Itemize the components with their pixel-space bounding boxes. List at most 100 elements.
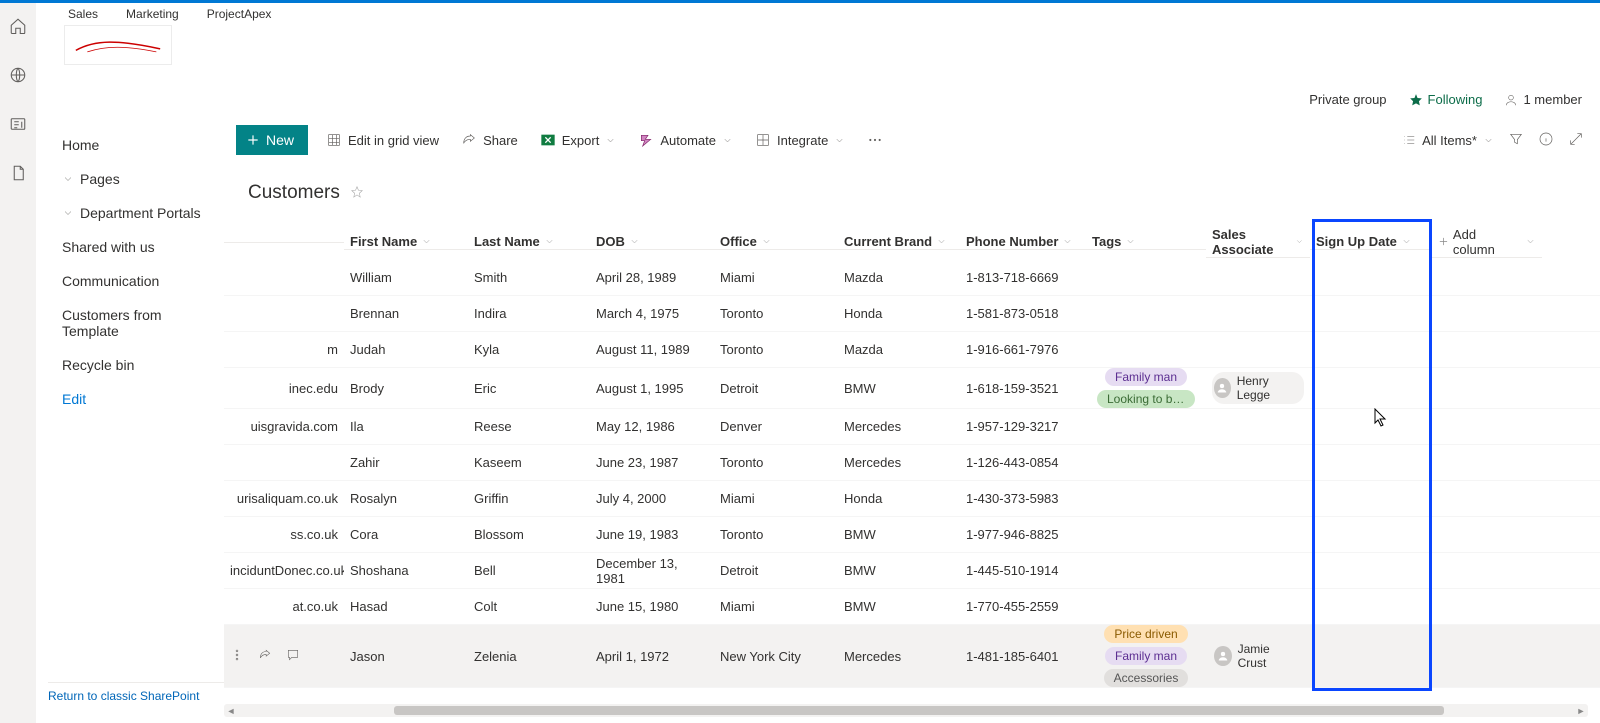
person-chip[interactable]: Jamie Crust	[1212, 640, 1304, 672]
new-button[interactable]: New	[236, 125, 308, 155]
site-logo[interactable]	[64, 25, 172, 65]
tag-pill: Looking to buy s...	[1097, 390, 1195, 408]
table-row[interactable]: at.co.ukHasadColtJune 15, 1980MiamiBMW1-…	[224, 589, 1600, 625]
integrate-button[interactable]: Integrate	[751, 128, 849, 152]
table-row[interactable]: inec.eduBrodyEricAugust 1, 1995DetroitBM…	[224, 368, 1600, 409]
home-icon[interactable]	[9, 17, 27, 38]
chevron-down-icon	[62, 207, 74, 219]
breadcrumb-item[interactable]: Sales	[68, 7, 98, 21]
globe-icon[interactable]	[9, 66, 27, 87]
cell-email: ss.co.uk	[230, 527, 338, 542]
cell-office: Toronto	[714, 306, 838, 321]
table-row[interactable]: JasonZeleniaApril 1, 1972New York CityMe…	[224, 625, 1600, 688]
cell-current-brand: Mazda	[838, 270, 960, 285]
scroll-right-arrow[interactable]: ►	[1574, 704, 1588, 717]
nav-pages[interactable]: Pages	[56, 162, 216, 196]
column-header-office[interactable]: Office	[714, 234, 838, 250]
cell-first-name: Rosalyn	[344, 491, 468, 506]
chevron-down-icon	[1483, 135, 1494, 146]
breadcrumb-item[interactable]: ProjectApex	[207, 7, 272, 21]
member-count[interactable]: 1 member	[1504, 92, 1582, 107]
cell-dob: March 4, 1975	[590, 306, 714, 321]
row-comment-icon[interactable]	[286, 648, 300, 665]
file-icon[interactable]	[9, 164, 27, 185]
row-share-icon[interactable]	[258, 648, 272, 665]
edit-in-grid-button[interactable]: Edit in grid view	[322, 128, 443, 152]
cell-last-name: Kaseem	[468, 455, 590, 470]
new-button-label: New	[266, 132, 294, 148]
cell-phone-number: 1-126-443-0854	[960, 455, 1086, 470]
table-row[interactable]: ZahirKaseemJune 23, 1987TorontoMercedes1…	[224, 445, 1600, 481]
col-label: Phone Number	[966, 234, 1058, 249]
nav-customers-from-template[interactable]: Customers from Template	[56, 298, 216, 348]
cell-first-name: Brody	[344, 381, 468, 396]
share-icon	[461, 132, 477, 148]
share-label: Share	[483, 133, 518, 148]
info-button[interactable]	[1538, 131, 1554, 150]
row-more-icon[interactable]	[230, 648, 244, 665]
table-row[interactable]: ss.co.ukCoraBlossomJune 19, 1983TorontoB…	[224, 517, 1600, 553]
cell-email: m	[230, 342, 338, 357]
cell-office: Detroit	[714, 381, 838, 396]
column-header-tags[interactable]: Tags	[1086, 234, 1206, 250]
scroll-left-arrow[interactable]: ◄	[224, 704, 238, 717]
chevron-down-icon	[1401, 236, 1412, 247]
filter-button[interactable]	[1508, 131, 1524, 150]
chevron-down-icon	[761, 236, 772, 247]
cell-dob: August 1, 1995	[590, 381, 714, 396]
integrate-icon	[755, 132, 771, 148]
column-header-sign-up-date[interactable]: Sign Up Date	[1310, 234, 1432, 250]
nav-edit[interactable]: Edit	[56, 382, 216, 416]
column-header-last-name[interactable]: Last Name	[468, 234, 590, 250]
table-row[interactable]: inciduntDonec.co.ukShoshanaBellDecember …	[224, 553, 1600, 589]
return-classic-link[interactable]: Return to classic SharePoint	[48, 682, 224, 703]
cell-current-brand: BMW	[838, 527, 960, 542]
add-column-button[interactable]: Add column	[1432, 227, 1542, 258]
expand-button[interactable]	[1568, 131, 1584, 150]
col-label: First Name	[350, 234, 417, 249]
column-header-sales-associate[interactable]: Sales Associate	[1206, 227, 1310, 258]
horizontal-scrollbar[interactable]: ◄ ►	[224, 704, 1588, 717]
chevron-down-icon	[421, 236, 432, 247]
cell-dob: May 12, 1986	[590, 419, 714, 434]
column-header-current-brand[interactable]: Current Brand	[838, 234, 960, 250]
nav-communication[interactable]: Communication	[56, 264, 216, 298]
nav-pages-label: Pages	[80, 171, 120, 187]
chevron-down-icon	[629, 236, 640, 247]
following-button[interactable]: Following	[1409, 92, 1483, 107]
cell-dob: June 19, 1983	[590, 527, 714, 542]
cell-current-brand: Mercedes	[838, 649, 960, 664]
table-row[interactable]: BrennanIndiraMarch 4, 1975TorontoHonda1-…	[224, 296, 1600, 332]
share-button[interactable]: Share	[457, 128, 522, 152]
table-row[interactable]: uisgravida.comIlaReeseMay 12, 1986Denver…	[224, 409, 1600, 445]
cell-phone-number: 1-618-159-3521	[960, 381, 1086, 396]
view-switcher[interactable]: All Items*	[1402, 133, 1494, 148]
edit-grid-label: Edit in grid view	[348, 133, 439, 148]
column-header-first-name[interactable]: First Name	[344, 234, 468, 250]
automate-button[interactable]: Automate	[634, 128, 737, 152]
export-button[interactable]: Export	[536, 128, 621, 152]
column-header-dob[interactable]: DOB	[590, 234, 714, 250]
nav-home[interactable]: Home	[56, 128, 216, 162]
cell-email: uisgravida.com	[230, 419, 338, 434]
news-icon[interactable]	[9, 115, 27, 136]
plus-icon	[246, 133, 260, 147]
table-row[interactable]: WilliamSmithApril 28, 1989MiamiMazda1-81…	[224, 260, 1600, 296]
person-chip[interactable]: Henry Legge	[1212, 372, 1304, 404]
more-commands-button[interactable]	[863, 128, 887, 152]
nav-department-label: Department Portals	[80, 205, 201, 221]
scroll-thumb[interactable]	[394, 706, 1444, 715]
app-rail	[0, 3, 36, 723]
nav-shared-with-us[interactable]: Shared with us	[56, 230, 216, 264]
favorite-star-icon[interactable]	[350, 185, 364, 202]
cell-first-name: Judah	[344, 342, 468, 357]
cell-dob: April 28, 1989	[590, 270, 714, 285]
column-header-phone-number[interactable]: Phone Number	[960, 234, 1086, 250]
cell-email: at.co.uk	[230, 599, 338, 614]
table-row[interactable]: urisaliquam.co.ukRosalynGriffinJuly 4, 2…	[224, 481, 1600, 517]
breadcrumb-item[interactable]: Marketing	[126, 7, 179, 21]
table-row[interactable]: mJudahKylaAugust 11, 1989TorontoMazda1-9…	[224, 332, 1600, 368]
nav-department-portals[interactable]: Department Portals	[56, 196, 216, 230]
nav-recycle-bin[interactable]: Recycle bin	[56, 348, 216, 382]
cell-first-name: Ila	[344, 419, 468, 434]
